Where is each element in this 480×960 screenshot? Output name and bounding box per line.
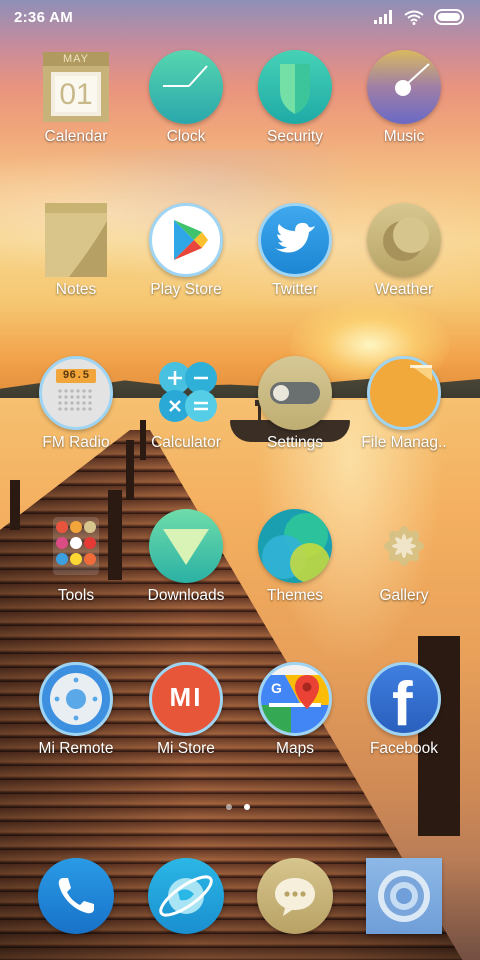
wifi-icon <box>404 10 424 25</box>
calendar-day: 01 <box>59 78 93 111</box>
app-label: Weather <box>374 281 434 298</box>
dock-browser[interactable] <box>148 858 224 934</box>
facebook-f-icon: f <box>367 662 441 736</box>
app-tools-folder[interactable]: Tools <box>26 509 126 605</box>
app-label: Music <box>383 128 425 145</box>
app-maps[interactable]: G Maps <box>245 662 345 758</box>
status-icons <box>374 8 466 26</box>
app-label: Mi Store <box>157 740 215 757</box>
app-label: Downloads <box>147 587 225 604</box>
app-settings[interactable]: Settings <box>245 356 345 452</box>
app-label: File Manag.. <box>361 434 447 451</box>
app-clock[interactable]: Clock <box>136 50 236 146</box>
radio-frequency: 96.5 <box>62 370 90 382</box>
app-label: Mi Remote <box>38 740 114 757</box>
maps-pin-icon: G <box>258 662 332 736</box>
gallery-flower-icon <box>367 509 441 583</box>
browser-icon <box>148 858 224 934</box>
app-label: Maps <box>276 740 314 757</box>
facebook-f-letter: f <box>392 670 413 736</box>
download-arrow-icon <box>149 509 223 583</box>
notes-icon <box>39 203 113 277</box>
app-label: Gallery <box>379 587 429 604</box>
app-facebook[interactable]: f Facebook <box>354 662 454 758</box>
messages-icon <box>257 858 333 934</box>
music-icon <box>367 50 441 124</box>
phone-icon <box>38 858 114 934</box>
twitter-bird-icon <box>258 203 332 277</box>
app-twitter[interactable]: Twitter <box>245 203 345 299</box>
app-label: Tools <box>57 587 95 604</box>
app-security[interactable]: Security <box>245 50 345 146</box>
page-dot[interactable] <box>226 804 232 810</box>
weather-moon-icon <box>367 203 441 277</box>
status-time: 2:36 AM <box>14 9 74 26</box>
pier-post <box>10 480 20 530</box>
pier-post <box>126 440 134 500</box>
app-label: FM Radio <box>42 434 110 451</box>
toggle-settings-icon <box>258 356 332 430</box>
app-label: Clock <box>166 128 206 145</box>
signal-icon <box>374 10 392 24</box>
calculator-icon <box>149 356 223 430</box>
camera-icon <box>366 858 442 934</box>
radio-icon: 96.5 <box>39 356 113 430</box>
battery-icon <box>434 9 464 25</box>
svg-text:G: G <box>271 680 282 696</box>
app-notes[interactable]: Notes <box>26 203 126 299</box>
shield-icon <box>258 50 332 124</box>
mi-logo-icon: MI <box>149 662 223 736</box>
app-calculator[interactable]: Calculator <box>136 356 236 452</box>
app-label: Calculator <box>151 434 221 451</box>
folder-icon <box>367 356 441 430</box>
app-fm-radio[interactable]: 96.5 FM Radio <box>26 356 126 452</box>
app-label: Twitter <box>272 281 318 298</box>
status-bar: 2:36 AM <box>0 0 480 34</box>
mi-logo-text: MI <box>169 682 203 712</box>
app-label: Themes <box>267 587 323 604</box>
clock-icon <box>149 50 223 124</box>
calendar-month: MAY <box>62 53 90 65</box>
play-store-icon <box>149 203 223 277</box>
app-music[interactable]: Music <box>354 50 454 146</box>
app-file-manager[interactable]: File Manag.. <box>354 356 454 452</box>
page-dot-active[interactable] <box>244 804 250 810</box>
app-weather[interactable]: Weather <box>354 203 454 299</box>
app-label: Settings <box>266 434 323 451</box>
app-label: Calendar <box>44 128 108 145</box>
dock-camera[interactable] <box>366 858 442 934</box>
app-calendar[interactable]: MAY 01 Calendar <box>26 50 126 146</box>
app-gallery[interactable]: Gallery <box>354 509 454 605</box>
app-mi-store[interactable]: MI Mi Store <box>136 662 236 758</box>
remote-icon <box>39 662 113 736</box>
app-label: Play Store <box>150 281 222 298</box>
dock-messages[interactable] <box>257 858 333 934</box>
themes-icon <box>258 509 332 583</box>
app-label: Facebook <box>369 740 439 757</box>
app-label: Notes <box>55 281 97 298</box>
tools-folder-icon <box>39 509 113 583</box>
page-indicator <box>226 804 250 810</box>
calendar-icon: MAY 01 <box>39 50 113 124</box>
app-play-store[interactable]: Play Store <box>136 203 236 299</box>
app-label: Security <box>267 128 323 145</box>
app-downloads[interactable]: Downloads <box>136 509 236 605</box>
dock-phone[interactable] <box>38 858 114 934</box>
app-themes[interactable]: Themes <box>245 509 345 605</box>
app-mi-remote[interactable]: Mi Remote <box>26 662 126 758</box>
